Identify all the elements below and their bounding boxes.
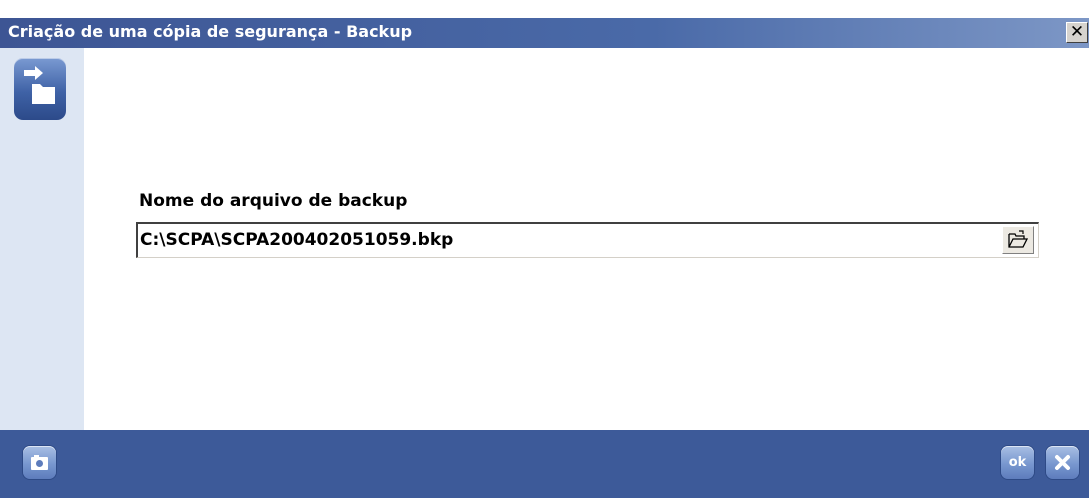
ok-button[interactable]: ok	[1001, 446, 1034, 479]
camera-icon	[31, 455, 48, 470]
backup-dialog: Criação de uma cópia de segurança - Back…	[0, 0, 1089, 498]
cancel-button[interactable]	[1046, 446, 1079, 479]
browse-button[interactable]	[1002, 226, 1034, 254]
backup-filename-label: Nome do arquivo de backup	[139, 191, 408, 211]
close-icon	[1055, 455, 1070, 470]
camera-button[interactable]	[23, 446, 56, 479]
footer-bar: ok	[0, 430, 1089, 498]
title-bar: Criação de uma cópia de segurança - Back…	[0, 18, 1089, 48]
folder-arrow-icon	[14, 58, 66, 120]
open-folder-icon	[1008, 230, 1028, 248]
backup-filename-field[interactable]: C:\SCPA\SCPA200402051059.bkp	[136, 222, 1039, 258]
backup-filename-value[interactable]: C:\SCPA\SCPA200402051059.bkp	[140, 230, 453, 250]
close-icon: ✕	[1069, 22, 1085, 42]
close-window-button[interactable]: ✕	[1066, 22, 1088, 43]
ok-icon: ok	[1008, 455, 1027, 470]
window-title: Criação de uma cópia de segurança - Back…	[8, 22, 413, 41]
